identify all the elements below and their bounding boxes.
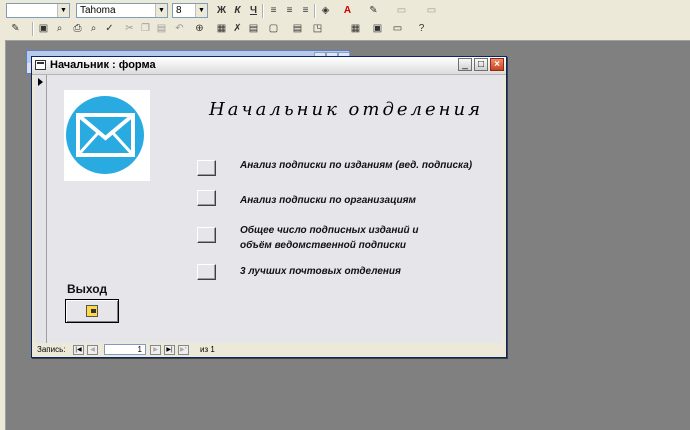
formatting-toolbar: ▼ Tahoma ▼ 8 ▼ Ж К Ч ≡ ≡ ≡ ◈ A ✎ ▭ ▭ xyxy=(0,2,690,21)
font-size-combo[interactable]: 8 ▼ xyxy=(172,3,208,18)
field-list-icon[interactable]: ▦ xyxy=(214,21,229,36)
exit-door-icon xyxy=(86,305,98,317)
toolbox-icon[interactable]: ✗ xyxy=(230,21,245,36)
subscriptions-by-organization-label: Анализ подписки по организациям xyxy=(240,195,416,206)
total-subscriptions-button[interactable] xyxy=(197,227,216,243)
print-icon[interactable]: ⎙ xyxy=(70,21,85,36)
subscriptions-by-edition-button[interactable] xyxy=(197,160,216,176)
chevron-down-icon: ▼ xyxy=(195,4,207,17)
line-width-icon[interactable]: ▭ xyxy=(394,3,409,18)
window-titlebar[interactable]: Начальник : форма _ □ × xyxy=(32,57,506,75)
total-subscriptions-label-line1: Общее число подписных изданий и xyxy=(240,225,419,236)
exit-label: Выход xyxy=(67,282,108,296)
form-body: Начальник отделения Анализ подписки по и… xyxy=(47,75,503,343)
italic-button[interactable]: К xyxy=(230,3,245,18)
align-left-icon[interactable]: ≡ xyxy=(266,3,281,18)
save-icon[interactable]: ▣ xyxy=(36,21,51,36)
object-combo[interactable]: ▼ xyxy=(6,3,70,18)
form-icon xyxy=(35,60,46,70)
hyperlink-icon[interactable]: ⊕ xyxy=(192,21,207,36)
copy-icon[interactable]: ❐ xyxy=(138,21,153,36)
font-name-combo[interactable]: Tahoma ▼ xyxy=(76,3,168,18)
cut-icon[interactable]: ✂ xyxy=(122,21,137,36)
separator xyxy=(32,22,34,36)
last-record-button[interactable]: ▶| xyxy=(164,345,175,355)
help-icon[interactable]: ? xyxy=(414,21,429,36)
properties-icon[interactable]: ▤ xyxy=(290,21,305,36)
toolbar-area: ▼ Tahoma ▼ 8 ▼ Ж К Ч ≡ ≡ ≡ ◈ A ✎ ▭ ▭ ✎ ▣ ⌕… xyxy=(0,0,690,41)
subscriptions-by-edition-label: Анализ подписки по изданиям (вед. подпис… xyxy=(240,160,473,171)
record-navigation-bar: Запись: |◀ ◀ 1 ▶ ▶| ▶* из 1 xyxy=(35,344,503,356)
chevron-down-icon: ▼ xyxy=(155,4,167,17)
align-center-icon[interactable]: ≡ xyxy=(282,3,297,18)
current-record-field[interactable]: 1 xyxy=(104,344,146,355)
special-effect-icon[interactable]: ▭ xyxy=(424,3,439,18)
autoformat-icon[interactable]: ▤ xyxy=(246,21,261,36)
envelope-icon xyxy=(66,96,144,174)
underline-button[interactable]: Ч xyxy=(246,3,261,18)
first-record-button[interactable]: |◀ xyxy=(73,345,84,355)
form-window: Начальник : форма _ □ × Начальник отделе… xyxy=(31,56,507,358)
database-window-icon[interactable]: ▦ xyxy=(348,21,363,36)
top-post-offices-label: 3 лучших почтовых отделения xyxy=(240,266,401,277)
record-count: из 1 xyxy=(200,345,215,354)
view-icon[interactable]: ✎ xyxy=(8,21,23,36)
undo-icon[interactable]: ↶ xyxy=(172,21,187,36)
window-title: Начальник : форма xyxy=(50,59,156,71)
align-right-icon[interactable]: ≡ xyxy=(298,3,313,18)
form-heading: Начальник отделения xyxy=(209,99,483,120)
build-icon[interactable]: ◳ xyxy=(310,21,325,36)
font-color-button[interactable]: A xyxy=(340,3,355,18)
mdi-edge xyxy=(0,40,6,430)
chevron-down-icon: ▼ xyxy=(57,4,69,17)
minimize-button[interactable]: _ xyxy=(458,58,472,71)
separator xyxy=(262,4,264,18)
envelope-logo xyxy=(64,90,150,181)
new-object-icon[interactable]: ▣ xyxy=(370,21,385,36)
new-object-dropdown-icon[interactable]: ▭ xyxy=(390,21,405,36)
print-preview-icon[interactable]: ⌕ xyxy=(86,21,101,36)
close-button[interactable]: × xyxy=(490,58,504,71)
spelling-icon[interactable]: ✓ xyxy=(102,21,117,36)
top-post-offices-button[interactable] xyxy=(197,264,216,280)
form-design-toolbar: ✎ ▣ ⌕ ⎙ ⌕ ✓ ✂ ❐ ▤ ↶ ⊕ ▦ ✗ ▤ ▢ ▤ ◳ ▦ ▣ ▭ … xyxy=(0,20,690,39)
record-selector[interactable] xyxy=(35,75,47,343)
total-subscriptions-label-line2: объём ведомственной подписки xyxy=(240,240,406,251)
code-icon[interactable]: ▢ xyxy=(266,21,281,36)
next-record-button[interactable]: ▶ xyxy=(150,345,161,355)
previous-record-button[interactable]: ◀ xyxy=(87,345,98,355)
line-color-icon[interactable]: ✎ xyxy=(366,3,381,18)
fill-color-icon[interactable]: ◈ xyxy=(318,3,333,18)
bold-button[interactable]: Ж xyxy=(214,3,229,18)
search-icon[interactable]: ⌕ xyxy=(52,21,67,36)
maximize-button[interactable]: □ xyxy=(474,58,488,71)
record-label: Запись: xyxy=(37,345,66,354)
separator xyxy=(314,4,316,18)
paste-icon[interactable]: ▤ xyxy=(154,21,169,36)
subscriptions-by-organization-button[interactable] xyxy=(197,190,216,206)
exit-button[interactable] xyxy=(65,299,119,323)
new-record-button[interactable]: ▶* xyxy=(178,345,189,355)
current-record-icon xyxy=(38,78,43,86)
